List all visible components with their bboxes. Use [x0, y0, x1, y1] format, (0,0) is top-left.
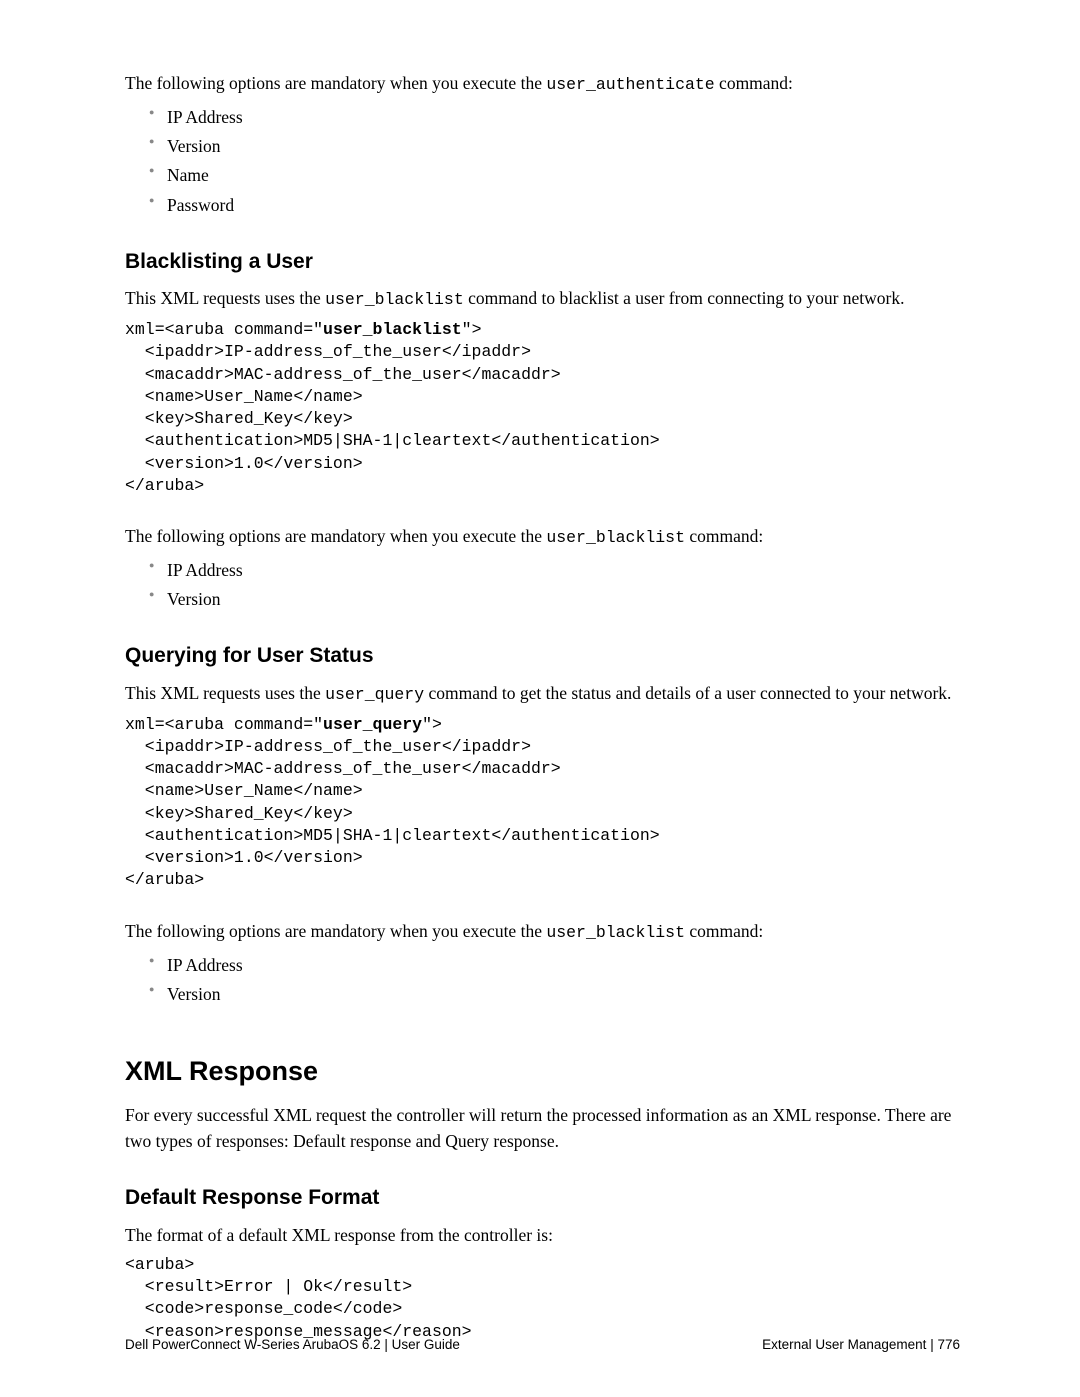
section4-paragraph: The format of a default XML response fro…	[125, 1222, 960, 1248]
s2-mand-after: command:	[685, 921, 763, 941]
footer-doc-type: User Guide	[392, 1337, 460, 1352]
section1-list: IP Address Version	[125, 557, 960, 613]
page: The following options are mandatory when…	[0, 0, 1080, 1397]
section2-mandatory: The following options are mandatory when…	[125, 918, 960, 946]
section1-mandatory: The following options are mandatory when…	[125, 523, 960, 551]
heading-default-response: Default Response Format	[125, 1182, 960, 1214]
page-footer: Dell PowerConnect W-Series ArubaOS 6.2 |…	[125, 1335, 960, 1355]
list-item: Version	[149, 586, 960, 612]
intro-list: IP Address Version Name Password	[125, 104, 960, 218]
section1-paragraph: This XML requests uses the user_blacklis…	[125, 285, 960, 313]
list-item: Password	[149, 192, 960, 218]
list-item: IP Address	[149, 557, 960, 583]
section1-code-block: xml=<aruba command="user_blacklist"> <ip…	[125, 319, 960, 497]
s2-code-p1: xml=<aruba command="	[125, 715, 323, 734]
intro-paragraph: The following options are mandatory when…	[125, 70, 960, 98]
footer-sep: |	[384, 1337, 391, 1352]
s1-mand-after: command:	[685, 526, 763, 546]
list-item: Version	[149, 133, 960, 159]
s2-code-bold: user_query	[323, 715, 422, 734]
s1-para-after: command to blacklist a user from connect…	[464, 288, 905, 308]
heading-xml-response: XML Response	[125, 1051, 960, 1092]
intro-text-before: The following options are mandatory when…	[125, 73, 546, 93]
list-item: IP Address	[149, 104, 960, 130]
section2-code-block: xml=<aruba command="user_query"> <ipaddr…	[125, 714, 960, 892]
intro-code: user_authenticate	[546, 75, 714, 94]
s1-mand-before: The following options are mandatory when…	[125, 526, 546, 546]
s1-code-p2: "> <ipaddr>IP-address_of_the_user</ipadd…	[125, 320, 660, 495]
intro-text-after: command:	[715, 73, 793, 93]
footer-right: External User Management | 776	[762, 1335, 960, 1355]
list-item: Name	[149, 162, 960, 188]
list-item: IP Address	[149, 952, 960, 978]
s1-para-before: This XML requests uses the	[125, 288, 325, 308]
footer-page-number: 776	[937, 1337, 960, 1352]
s2-para-before: This XML requests uses the	[125, 683, 325, 703]
s2-mand-code: user_blacklist	[546, 923, 685, 942]
s2-code-p2: "> <ipaddr>IP-address_of_the_user</ipadd…	[125, 715, 660, 890]
list-item: Version	[149, 981, 960, 1007]
footer-section: External User Management	[762, 1337, 926, 1352]
s1-mand-code: user_blacklist	[546, 528, 685, 547]
section4-code-block: <aruba> <result>Error | Ok</result> <cod…	[125, 1254, 960, 1343]
s2-para-after: command to get the status and details of…	[424, 683, 951, 703]
section3-paragraph: For every successful XML request the con…	[125, 1102, 960, 1155]
s1-para-code: user_blacklist	[325, 290, 464, 309]
s2-mand-before: The following options are mandatory when…	[125, 921, 546, 941]
heading-blacklisting: Blacklisting a User	[125, 246, 960, 278]
section2-paragraph: This XML requests uses the user_query co…	[125, 680, 960, 708]
s1-code-bold: user_blacklist	[323, 320, 462, 339]
s1-code-p1: xml=<aruba command="	[125, 320, 323, 339]
section2-list: IP Address Version	[125, 952, 960, 1008]
footer-left: Dell PowerConnect W-Series ArubaOS 6.2 |…	[125, 1335, 460, 1355]
footer-product: Dell PowerConnect W-Series ArubaOS 6.2	[125, 1337, 381, 1352]
s2-para-code: user_query	[325, 685, 424, 704]
heading-querying: Querying for User Status	[125, 640, 960, 672]
